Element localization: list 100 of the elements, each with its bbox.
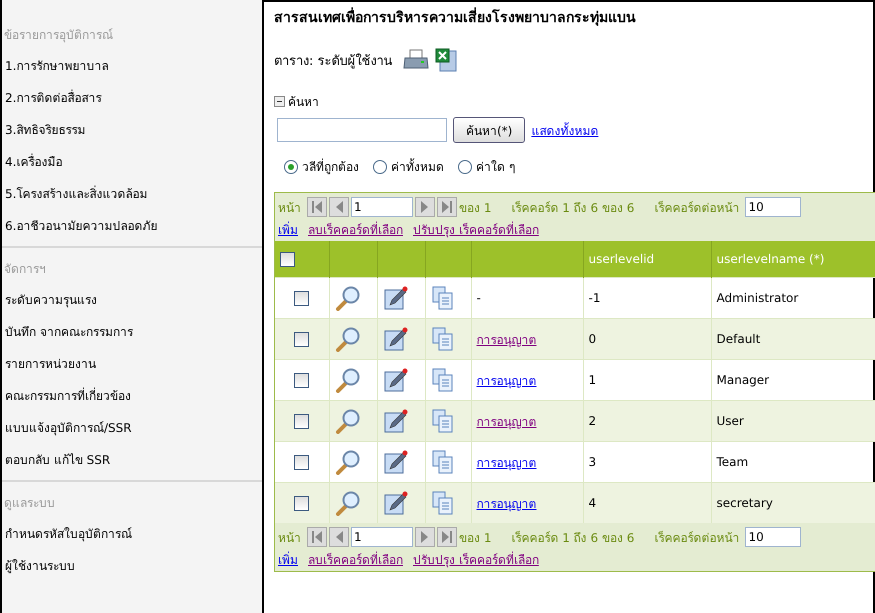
radio-label: ค่าทั้งหมด [391, 157, 444, 176]
table-cell: 2 [588, 414, 596, 428]
sidebar-item[interactable]: ผู้ใช้งานระบบ [2, 550, 262, 582]
last-page-icon [440, 199, 454, 215]
last-page-icon [440, 529, 454, 545]
sidebar-section-title: ดูแลระบบ [3, 495, 56, 512]
records-per-page-field[interactable]: 10 [745, 527, 802, 547]
sidebar-item[interactable]: แบบแจ้งอุบัติการณ์/SSR [2, 412, 262, 444]
last-page-button[interactable] [437, 197, 457, 217]
page-count: ของ 1 [459, 530, 492, 546]
page-number-field[interactable]: 1 [351, 527, 413, 547]
page-label: หน้า [278, 530, 301, 546]
first-page-icon [310, 529, 324, 545]
radio-button[interactable] [373, 160, 387, 174]
select-all-checkbox[interactable] [280, 252, 295, 267]
search-icon[interactable] [334, 490, 360, 516]
sidebar-item[interactable]: กำหนดรหัสใบอุบัติการณ์ [2, 518, 262, 550]
copy-icon[interactable] [430, 285, 454, 311]
first-page-button[interactable] [307, 527, 327, 547]
permission-link[interactable]: การอนุญาต [476, 374, 536, 388]
previous-page-button[interactable] [329, 527, 349, 547]
next-page-button[interactable] [415, 197, 435, 217]
table-cell: -1 [588, 291, 600, 305]
edit-icon[interactable] [382, 408, 408, 434]
table-cell: 0 [588, 332, 596, 346]
search-icon[interactable] [334, 449, 360, 475]
table-cell: secretary [716, 496, 773, 510]
action-link[interactable]: เพิ่ม [278, 220, 298, 239]
previous-page-button[interactable] [329, 197, 349, 217]
row-checkbox[interactable] [294, 290, 310, 306]
page-count: ของ 1 [459, 200, 492, 216]
sidebar-item[interactable]: 3.สิทธิจริยธรรม [2, 114, 262, 146]
edit-icon[interactable] [382, 367, 408, 393]
sidebar-item[interactable]: บันทึก จากคณะกรรมการ [2, 316, 262, 348]
radio-button[interactable] [284, 160, 298, 174]
table-caption: ตาราง: ระดับผู้ใช้งาน [274, 52, 393, 70]
radio-label: ค่าใด ๆ [476, 159, 515, 176]
edit-icon[interactable] [382, 285, 408, 311]
sidebar-item[interactable]: ตอบกลับ แก้ไข SSR [2, 444, 262, 476]
printer-icon[interactable] [402, 49, 429, 71]
sidebar-item[interactable]: 6.อาชีวอนามัยความปลอดภัย [2, 210, 262, 242]
sidebar-item[interactable]: 2.การติดต่อสื่อสาร [2, 82, 262, 114]
table-cell: Default [716, 332, 760, 346]
copy-icon[interactable] [430, 326, 454, 352]
record-range: เร็คคอร์ด 1 ถึง 6 ของ 6 [511, 200, 634, 216]
sidebar-item[interactable]: รายการหน่วยงาน [2, 348, 262, 380]
row-checkbox[interactable] [294, 496, 310, 511]
action-link[interactable]: ลบเร็คคอร์ดที่เลือก [308, 550, 403, 569]
radio-label: วลีที่ถูกต้อง [302, 158, 359, 176]
row-checkbox[interactable] [294, 372, 310, 388]
table-cell: Team [716, 455, 748, 469]
edit-icon[interactable] [382, 490, 408, 516]
search-icon[interactable] [334, 326, 360, 352]
permission-link[interactable]: การอนุญาต [476, 456, 536, 470]
search-button[interactable]: ค้นหา(*) [453, 117, 526, 143]
action-link[interactable]: ปรับปรุง เร็คคอร์ดที่เลือก [413, 220, 539, 239]
copy-icon[interactable] [430, 490, 454, 516]
record-range: เร็คคอร์ด 1 ถึง 6 ของ 6 [511, 530, 634, 546]
search-icon[interactable] [334, 408, 360, 434]
edit-icon[interactable] [382, 326, 408, 352]
action-link[interactable]: เพิ่ม [278, 550, 298, 569]
permission-link[interactable]: การอนุญาต [476, 496, 536, 510]
page-label: หน้า [278, 200, 301, 216]
last-page-button[interactable] [437, 527, 457, 547]
sidebar-item[interactable]: คณะกรรมการที่เกี่ยวข้อง [2, 380, 262, 412]
row-checkbox[interactable] [294, 454, 310, 470]
search-field[interactable] [277, 118, 447, 142]
search-icon[interactable] [334, 285, 360, 311]
search-icon[interactable] [334, 367, 360, 393]
sidebar-item[interactable]: 1.การรักษาพยาบาล [2, 50, 262, 82]
table-cell: - [476, 291, 481, 305]
action-link[interactable]: ลบเร็คคอร์ดที่เลือก [308, 220, 403, 239]
table-cell: 4 [588, 496, 596, 510]
sidebar-item[interactable]: 5.โครงสร้างและสิ่งแวดล้อม [2, 178, 262, 210]
sidebar-section-title: จัดการฯ [3, 261, 47, 278]
action-link[interactable]: ปรับปรุง เร็คคอร์ดที่เลือก [413, 550, 539, 569]
page-title: สารสนเทศเพื่อการบริหารความเสี่ยงโรงพยาบาลกระทุ่มแบน [274, 6, 873, 28]
copy-icon[interactable] [430, 408, 454, 434]
radio-button[interactable] [458, 160, 472, 174]
show-all-link[interactable]: แสดงทั้งหมด [531, 120, 598, 140]
permission-link[interactable]: การอนุญาต [476, 414, 536, 428]
copy-icon[interactable] [430, 367, 454, 393]
first-page-button[interactable] [307, 197, 327, 217]
row-checkbox[interactable] [294, 332, 310, 347]
sidebar-item[interactable]: ระดับความรุนแรง [2, 284, 262, 316]
page-number-field[interactable]: 1 [351, 197, 413, 217]
records-per-page-label: เร็คคอร์ดต่อหน้า [654, 530, 740, 546]
permission-link[interactable]: การอนุญาต [476, 332, 536, 346]
records-per-page-field[interactable]: 10 [745, 197, 802, 217]
row-checkbox[interactable] [294, 414, 310, 429]
collapse-icon[interactable] [274, 96, 285, 107]
spreadsheet-icon[interactable] [434, 48, 457, 72]
next-page-button[interactable] [415, 527, 435, 547]
sidebar-item[interactable]: 4.เครื่องมือ [2, 146, 262, 178]
table-cell: User [716, 414, 744, 428]
records-per-page-label: เร็คคอร์ดต่อหน้า [654, 200, 740, 216]
copy-icon[interactable] [430, 449, 454, 475]
table-cell: 1 [588, 373, 596, 387]
edit-icon[interactable] [382, 449, 408, 475]
first-page-icon [310, 199, 324, 215]
